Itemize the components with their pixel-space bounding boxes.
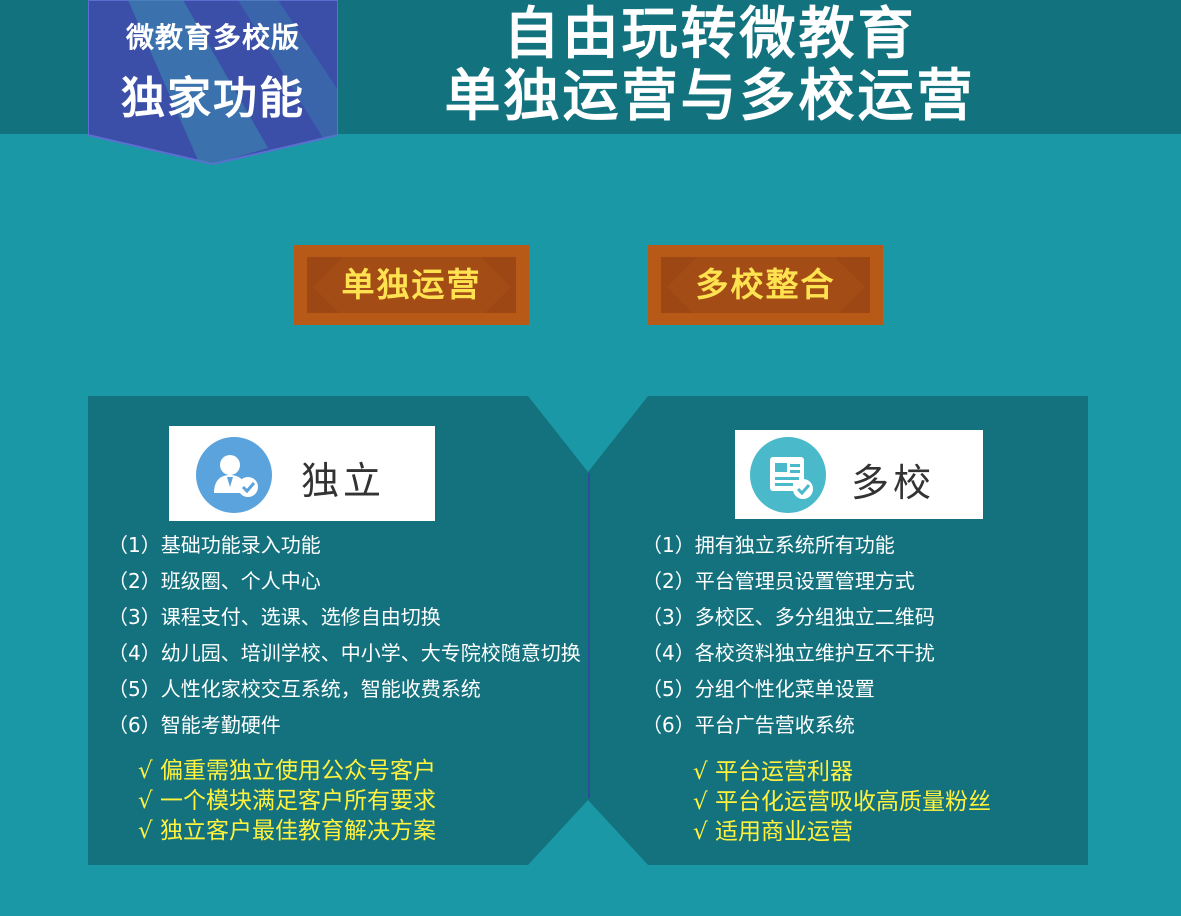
- list-item: （6）平台广告营收系统: [642, 713, 855, 737]
- list-item: （5）分组个性化菜单设置: [642, 677, 875, 701]
- user-check-icon: [196, 437, 272, 513]
- highlight-item: √ 偏重需独立使用公众号客户: [138, 758, 436, 784]
- list-item: （2）班级圈、个人中心: [108, 569, 321, 593]
- list-item: （4）幼儿园、培训学校、中小学、大专院校随意切换: [108, 641, 581, 665]
- left-panel-card: 独立: [169, 426, 435, 521]
- highlight-item: √ 一个模块满足客户所有要求: [138, 788, 436, 814]
- highlight-item: √ 平台化运营吸收高质量粉丝: [693, 789, 991, 815]
- list-item: （5）人性化家校交互系统，智能收费系统: [108, 677, 481, 701]
- list-item: （6）智能考勤硬件: [108, 713, 281, 737]
- list-item: （3）课程支付、选课、选修自由切换: [108, 605, 441, 629]
- highlight-item: √ 平台运营利器: [693, 759, 853, 785]
- right-panel-card: 多校: [735, 430, 983, 519]
- right-panel-title: 多校: [851, 461, 936, 505]
- left-panel-title: 独立: [301, 459, 386, 503]
- left-feature-list: （1）基础功能录入功能 （2）班级圈、个人中心 （3）课程支付、选课、选修自由切…: [108, 527, 581, 743]
- list-item: （2）平台管理员设置管理方式: [642, 569, 915, 593]
- highlight-item: √ 适用商业运营: [693, 819, 853, 845]
- list-item: （4）各校资料独立维护互不干扰: [642, 641, 935, 665]
- list-item: （3）多校区、多分组独立二维码: [642, 605, 935, 629]
- right-feature-list: （1）拥有独立系统所有功能 （2）平台管理员设置管理方式 （3）多校区、多分组独…: [642, 527, 935, 743]
- document-check-icon: [750, 437, 826, 513]
- list-item: （1）基础功能录入功能: [108, 533, 321, 557]
- left-highlight-list: √ 偏重需独立使用公众号客户 √ 一个模块满足客户所有要求 √ 独立客户最佳教育…: [138, 756, 436, 846]
- right-highlight-list: √ 平台运营利器 √ 平台化运营吸收高质量粉丝 √ 适用商业运营: [693, 757, 991, 847]
- highlight-item: √ 独立客户最佳教育解决方案: [138, 818, 436, 844]
- list-item: （1）拥有独立系统所有功能: [642, 533, 895, 557]
